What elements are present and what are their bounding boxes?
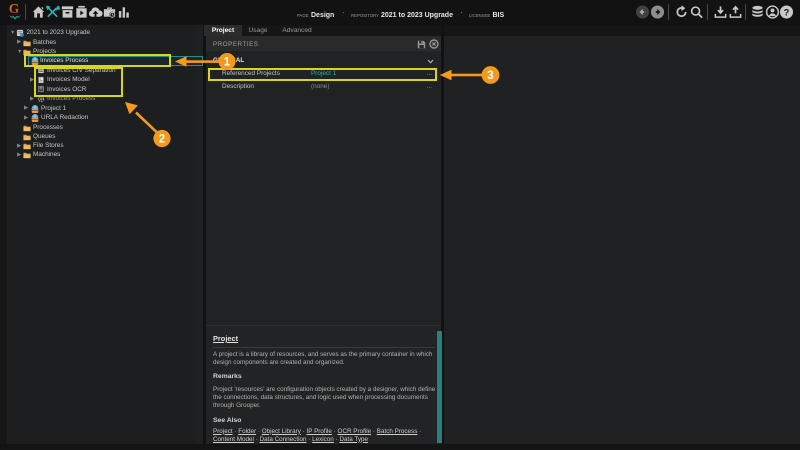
svg-text:1: 1 [224, 57, 231, 69]
svg-text:3: 3 [487, 70, 493, 82]
svg-text:2: 2 [159, 134, 165, 146]
